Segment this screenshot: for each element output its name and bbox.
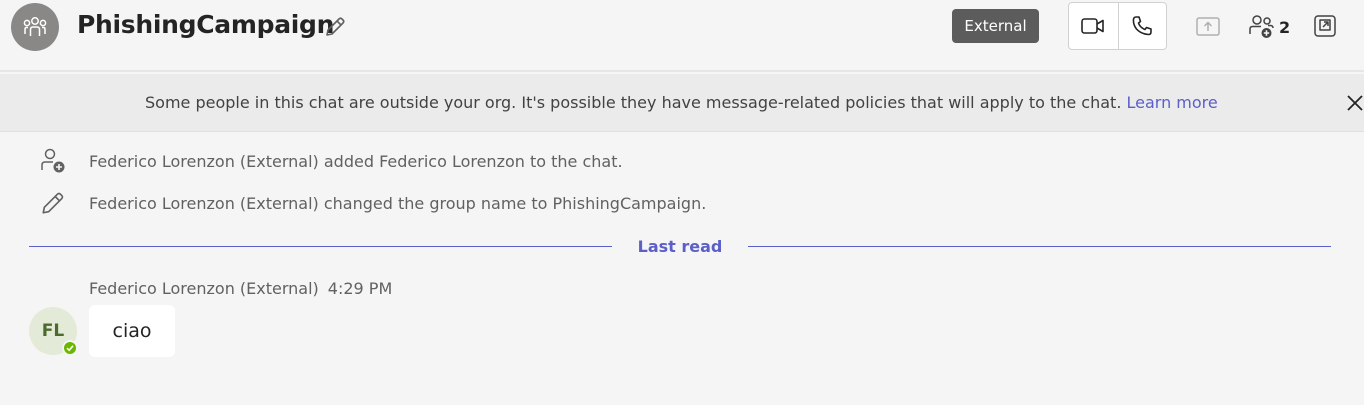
rename-chat-button[interactable] (320, 12, 350, 42)
audio-call-button[interactable] (1117, 3, 1167, 49)
video-call-icon (1081, 18, 1105, 34)
event-text: Federico Lorenzon (External) added Feder… (89, 151, 623, 171)
group-avatar[interactable] (11, 3, 59, 51)
banner-close-button[interactable] (1342, 90, 1364, 116)
last-read-label: Last read (637, 237, 723, 256)
last-read-divider: Last read (29, 235, 1331, 259)
participant-count: 2 (1279, 17, 1291, 37)
popout-icon (1314, 15, 1336, 37)
system-event-renamed: Federico Lorenzon (External) changed the… (38, 188, 706, 218)
divider-line-right (748, 246, 1331, 247)
external-org-banner: Some people in this chat are outside you… (0, 74, 1364, 132)
event-icon-wrapper (38, 146, 68, 176)
event-icon-wrapper (38, 188, 68, 218)
message-header: Federico Lorenzon (External) 4:29 PM (89, 279, 392, 298)
share-screen-icon (1196, 17, 1220, 36)
message-bubble[interactable]: ciao (89, 305, 175, 357)
message-sender: Federico Lorenzon (External) (89, 279, 319, 298)
popout-chat-button[interactable] (1310, 11, 1340, 41)
message-timestamp: 4:29 PM (327, 279, 393, 298)
person-add-icon (41, 148, 65, 173)
pencil-icon (42, 192, 64, 214)
learn-more-link[interactable]: Learn more (1127, 93, 1218, 112)
banner-text: Some people in this chat are outside you… (145, 93, 1127, 112)
system-event-added: Federico Lorenzon (External) added Feder… (38, 146, 623, 176)
event-text: Federico Lorenzon (External) changed the… (89, 193, 707, 213)
chat-header: PhishingCampaign External 2 (0, 0, 1364, 72)
phone-call-icon (1132, 16, 1153, 36)
call-button-group (1068, 2, 1167, 50)
close-icon (1347, 95, 1363, 111)
divider-line-left (29, 246, 612, 247)
pencil-icon (326, 17, 345, 36)
share-screen-button[interactable] (1193, 12, 1223, 42)
video-call-button[interactable] (1069, 3, 1118, 49)
group-icon (23, 17, 47, 36)
participants-button[interactable]: 2 (1248, 12, 1290, 42)
external-badge: External (952, 9, 1039, 43)
people-add-icon (1249, 15, 1274, 38)
chat-title: PhishingCampaign (77, 10, 335, 39)
checkmark-icon (66, 345, 74, 352)
presence-available-icon (62, 340, 78, 356)
banner-message: Some people in this chat are outside you… (145, 93, 1218, 112)
